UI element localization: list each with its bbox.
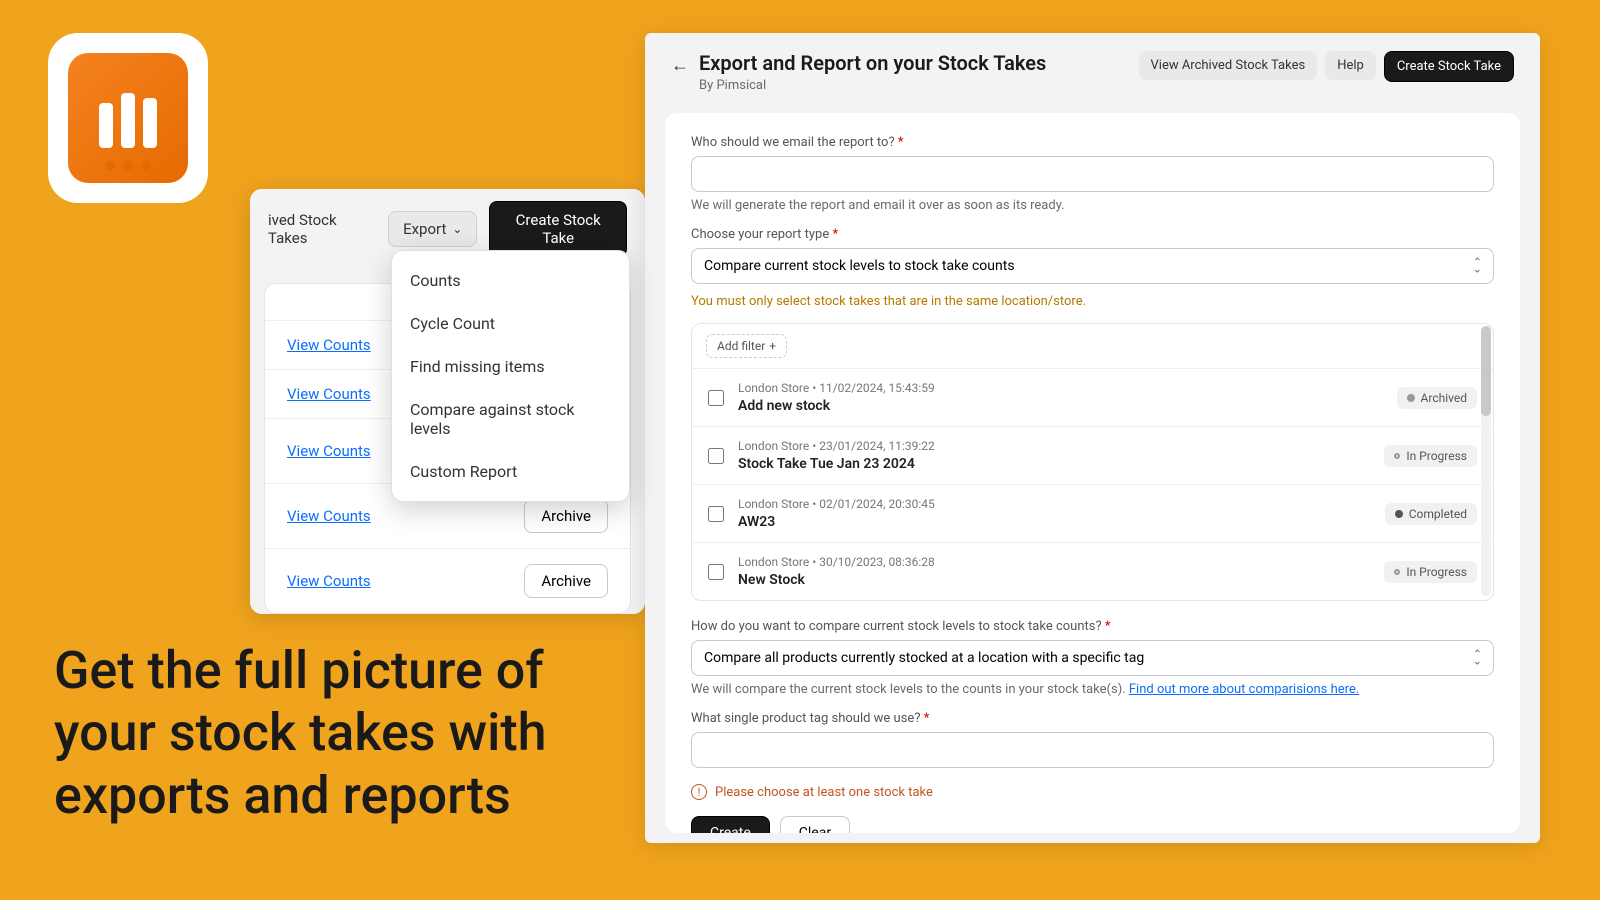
- status-dot-icon: [1407, 394, 1415, 402]
- select-caret-icon: ⌃⌄: [1473, 651, 1482, 664]
- status-badge: Completed: [1385, 503, 1477, 525]
- page-subtitle: By Pimsical: [699, 78, 1046, 93]
- stock-take-row: London Store • 11/02/2024, 15:43:59 Add n…: [692, 368, 1493, 426]
- export-option[interactable]: Counts: [392, 259, 629, 302]
- export-button[interactable]: Export ⌄: [388, 211, 477, 247]
- marketing-tagline: Get the full picture of your stock takes…: [54, 640, 574, 827]
- report-type-select[interactable]: Compare current stock levels to stock ta…: [691, 248, 1494, 284]
- stock-take-row: London Store • 23/01/2024, 11:39:22 Stock…: [692, 426, 1493, 484]
- chevron-down-icon: ⌄: [452, 222, 462, 236]
- export-option[interactable]: Cycle Count: [392, 302, 629, 345]
- tag-input[interactable]: [691, 732, 1494, 768]
- status-dot-icon: [1395, 510, 1403, 518]
- status-badge: In Progress: [1384, 561, 1477, 583]
- location-warning: You must only select stock takes that ar…: [691, 294, 1494, 309]
- status-badge: Archived: [1397, 387, 1477, 409]
- stock-take-checkbox[interactable]: [708, 448, 724, 464]
- export-option[interactable]: Find missing items: [392, 345, 629, 388]
- stock-take-row: London Store • 30/10/2023, 08:36:28 New S…: [692, 542, 1493, 600]
- status-dot-icon: [1394, 453, 1400, 459]
- page-title: Export and Report on your Stock Takes: [699, 51, 1046, 75]
- report-panel: ← Export and Report on your Stock Takes …: [645, 33, 1540, 843]
- comparisons-link[interactable]: Find out more about comparisions here.: [1129, 682, 1359, 697]
- tag-label: What single product tag should we use? *: [691, 711, 1494, 726]
- stock-take-checkbox[interactable]: [708, 506, 724, 522]
- export-option[interactable]: Compare against stock levels: [392, 388, 629, 450]
- email-help: We will generate the report and email it…: [691, 198, 1494, 213]
- stock-take-meta: London Store • 02/01/2024, 20:30:45: [738, 497, 1371, 511]
- email-label: Who should we email the report to? *: [691, 135, 1494, 150]
- status-badge: In Progress: [1384, 445, 1477, 467]
- view-archived-button[interactable]: View Archived Stock Takes: [1139, 51, 1318, 80]
- stock-take-meta: London Store • 11/02/2024, 15:43:59: [738, 381, 1383, 395]
- archive-button[interactable]: Archive: [524, 564, 608, 598]
- archive-button[interactable]: Archive: [524, 499, 608, 533]
- export-dropdown: CountsCycle CountFind missing itemsCompa…: [391, 250, 630, 502]
- stock-take-meta: London Store • 23/01/2024, 11:39:22: [738, 439, 1370, 453]
- table-row: View Counts Archive: [265, 548, 630, 613]
- view-counts-link[interactable]: View Counts: [287, 442, 371, 460]
- alert-icon: !: [691, 784, 707, 800]
- stock-take-name: AW23: [738, 514, 1371, 530]
- export-option[interactable]: Custom Report: [392, 450, 629, 493]
- create-stock-take-header-button[interactable]: Create Stock Take: [1384, 51, 1514, 82]
- scrollbar-thumb[interactable]: [1481, 326, 1491, 416]
- stock-take-row: London Store • 02/01/2024, 20:30:45 AW23 C…: [692, 484, 1493, 542]
- create-stock-take-button[interactable]: Create Stock Take: [489, 201, 627, 257]
- status-dot-icon: [1394, 569, 1400, 575]
- stock-take-list: Add filter + London Store • 11/02/2024, …: [691, 323, 1494, 601]
- plus-icon: +: [769, 339, 776, 353]
- report-type-label: Choose your report type *: [691, 227, 1494, 242]
- help-button[interactable]: Help: [1325, 51, 1376, 80]
- archived-stock-takes-link[interactable]: ived Stock Takes: [268, 203, 364, 255]
- email-input[interactable]: [691, 156, 1494, 192]
- compare-select[interactable]: Compare all products currently stocked a…: [691, 640, 1494, 676]
- create-button[interactable]: Create: [691, 816, 770, 833]
- stock-take-meta: London Store • 30/10/2023, 08:36:28: [738, 555, 1370, 569]
- view-counts-link[interactable]: View Counts: [287, 385, 371, 403]
- stock-take-name: New Stock: [738, 572, 1370, 588]
- validation-error: ! Please choose at least one stock take: [691, 784, 1494, 800]
- stock-take-name: Stock Take Tue Jan 23 2024: [738, 456, 1370, 472]
- compare-label: How do you want to compare current stock…: [691, 619, 1494, 634]
- app-logo: [48, 33, 208, 203]
- select-caret-icon: ⌃⌄: [1473, 259, 1482, 272]
- back-arrow-icon[interactable]: ←: [671, 55, 689, 76]
- compare-help: We will compare the current stock levels…: [691, 682, 1494, 697]
- clear-button[interactable]: Clear: [780, 816, 850, 833]
- view-counts-link[interactable]: View Counts: [287, 572, 371, 590]
- add-filter-button[interactable]: Add filter +: [706, 334, 787, 358]
- stock-take-checkbox[interactable]: [708, 564, 724, 580]
- stock-take-checkbox[interactable]: [708, 390, 724, 406]
- view-counts-link[interactable]: View Counts: [287, 507, 371, 525]
- stock-take-name: Add new stock: [738, 398, 1383, 414]
- view-counts-link[interactable]: View Counts: [287, 336, 371, 354]
